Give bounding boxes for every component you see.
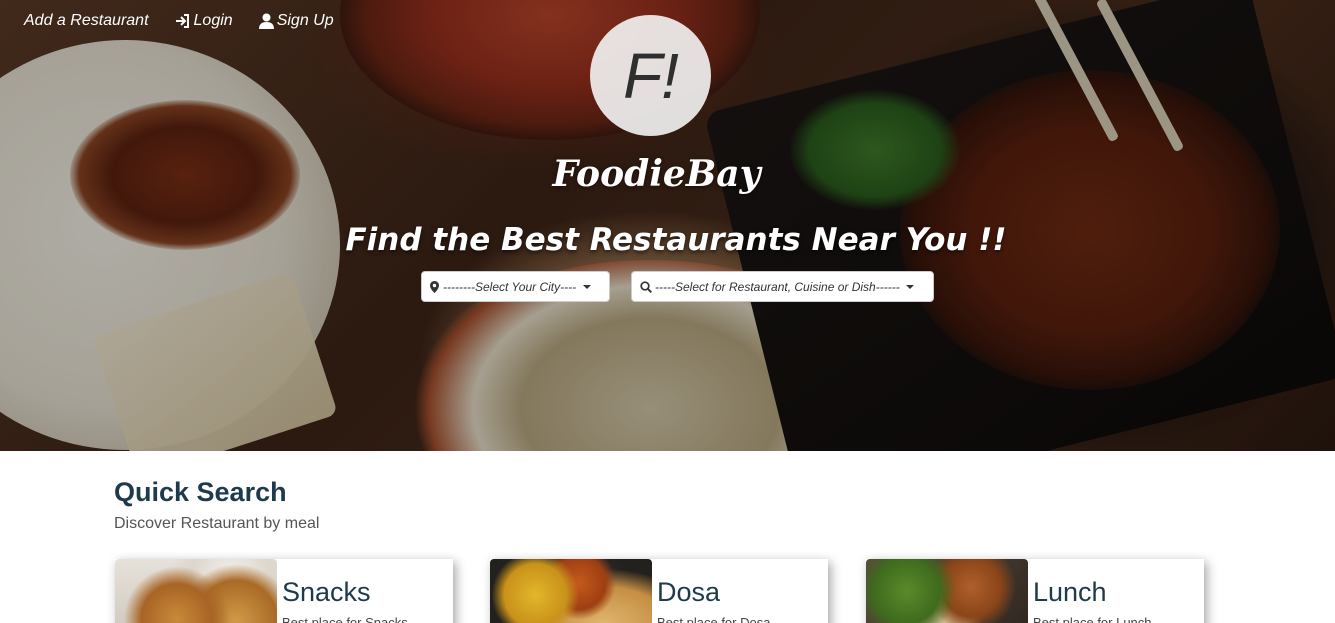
- caret-down-icon: [583, 284, 592, 289]
- meal-card-description: Best place for Lunch: [1033, 615, 1152, 623]
- meal-card-description: Best place for Dosa: [657, 615, 771, 623]
- city-select-label: --------Select Your City----: [443, 279, 577, 294]
- hero-banner: Add a Restaurant Login Sign Up F! Foodie…: [0, 0, 1335, 451]
- snacks-image: [115, 559, 277, 623]
- meal-card-lunch[interactable]: Lunch Best place for Lunch: [866, 559, 1204, 623]
- meal-card-dosa[interactable]: Dosa Best place for Dosa: [490, 559, 828, 623]
- quick-search-subtitle: Discover Restaurant by meal: [114, 515, 320, 532]
- meal-card-title: Snacks: [282, 577, 371, 607]
- meal-card-title: Dosa: [657, 577, 721, 607]
- search-icon: [640, 280, 652, 293]
- meal-card-snacks[interactable]: Snacks Best place for Snacks: [115, 559, 453, 623]
- add-restaurant-link[interactable]: Add a Restaurant: [24, 12, 149, 30]
- signup-label: Sign Up: [276, 12, 334, 29]
- brand-name: FoodieBay: [552, 153, 761, 195]
- brand-logo: F!: [590, 15, 711, 136]
- restaurant-search-label: -----Select for Restaurant, Cuisine or D…: [655, 279, 900, 294]
- login-icon: [175, 14, 189, 28]
- top-nav: Add a Restaurant Login Sign Up: [24, 12, 334, 30]
- meal-card-title: Lunch: [1033, 577, 1107, 607]
- lunch-image: [866, 559, 1028, 623]
- dosa-image: [490, 559, 652, 623]
- user-icon: [258, 13, 274, 29]
- login-link[interactable]: Login: [175, 12, 233, 30]
- signup-link[interactable]: Sign Up: [258, 12, 334, 30]
- restaurant-search-select[interactable]: -----Select for Restaurant, Cuisine or D…: [631, 271, 934, 302]
- map-marker-icon: [430, 280, 439, 293]
- logo-text: F!: [623, 39, 679, 112]
- city-select[interactable]: --------Select Your City----: [421, 271, 610, 302]
- quick-search-title: Quick Search: [114, 477, 287, 507]
- add-restaurant-label: Add a Restaurant: [24, 12, 149, 29]
- caret-down-icon: [905, 284, 914, 289]
- login-label: Login: [193, 12, 233, 29]
- meal-card-description: Best place for Snacks: [282, 615, 408, 623]
- hero-tagline: Find the Best Restaurants Near You !!: [345, 222, 1007, 258]
